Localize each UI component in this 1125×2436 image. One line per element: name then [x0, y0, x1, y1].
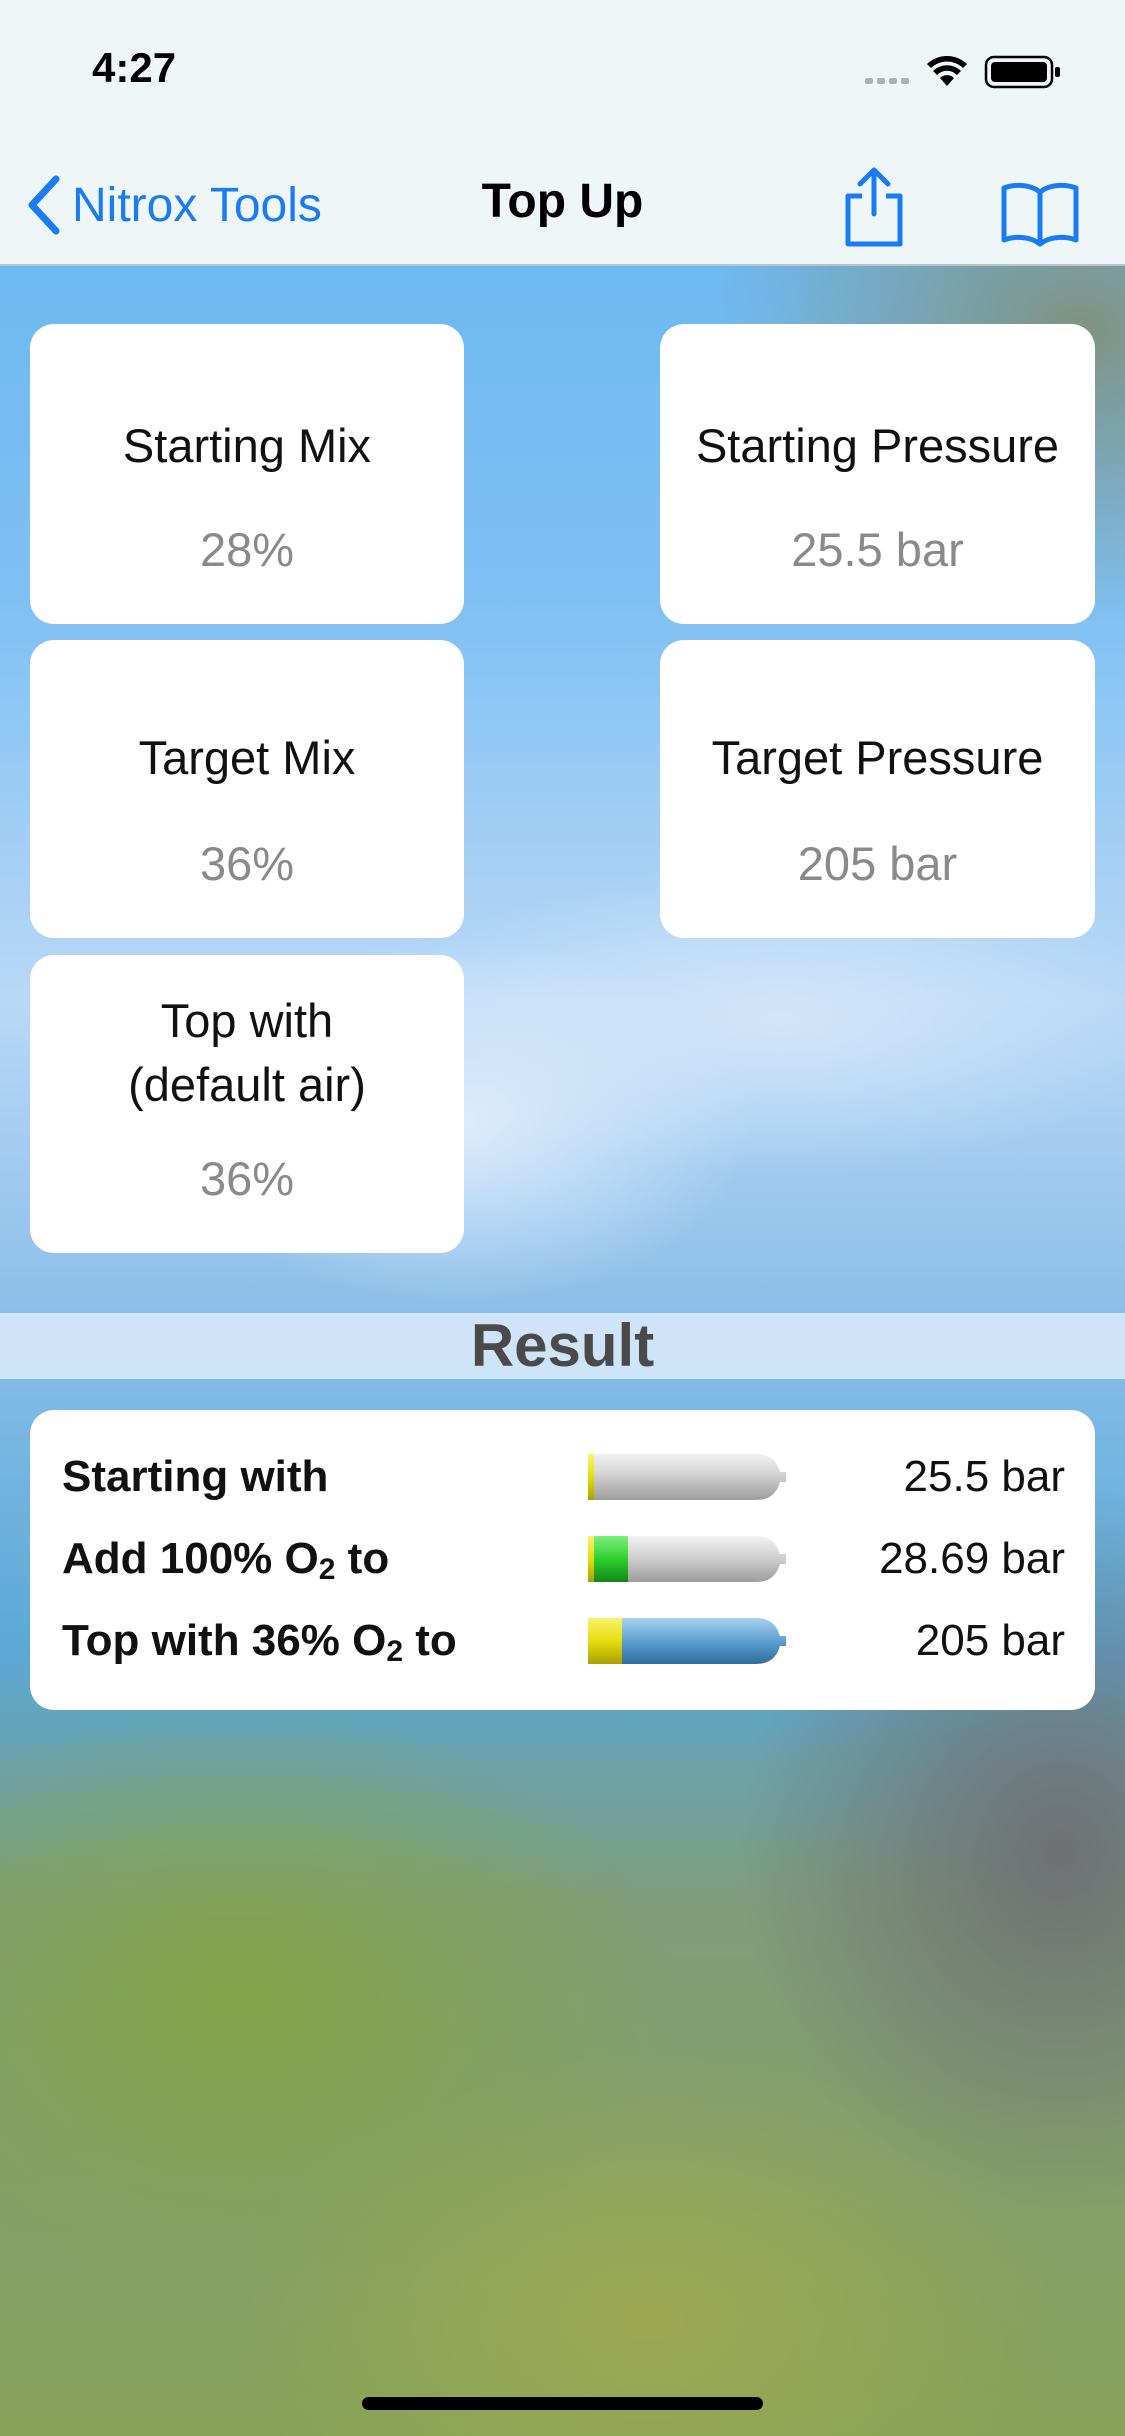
target-mix-label: Target Mix [138, 731, 356, 784]
result-row-add-oxygen: Add 100% O2 to 28.69 bar [30, 1522, 1095, 1592]
result-row-starting: Starting with 25.5 bar [30, 1440, 1095, 1510]
status-icons [865, 55, 1060, 89]
wifi-icon [927, 56, 967, 86]
result-row-label: Starting with [62, 1452, 329, 1501]
target-mix-value: 36% [199, 837, 295, 890]
result-row-value: 205 bar [915, 1616, 1065, 1665]
tank-icon [588, 1454, 786, 1500]
page-title: Top Up [481, 175, 644, 228]
battery-icon [984, 55, 1060, 89]
result-row-label: Top with 36% O2 to [62, 1616, 457, 1668]
target-mix-card[interactable]: Target Mix 36% [30, 640, 464, 938]
result-row-label: Add 100% O2 to [62, 1534, 390, 1586]
starting-mix-value: 28% [199, 523, 295, 576]
result-row-value: 25.5 bar [903, 1452, 1065, 1501]
result-row-top-with: Top with 36% O2 to 205 bar [30, 1604, 1095, 1674]
navigation-bar: Nitrox Tools Top Up [0, 150, 1125, 266]
status-bar: 4:27 [0, 0, 1125, 150]
top-with-card[interactable]: Top with (default air) 36% [30, 955, 464, 1253]
share-icon[interactable] [834, 162, 914, 252]
starting-pressure-card[interactable]: Starting Pressure 25.5 bar [660, 324, 1095, 624]
tank-icon [588, 1618, 786, 1664]
starting-pressure-value: 25.5 bar [791, 523, 964, 576]
target-pressure-label: Target Pressure [711, 731, 1044, 784]
result-heading: Result [0, 1313, 1125, 1379]
top-with-value: 36% [199, 1152, 295, 1205]
target-pressure-value: 205 bar [797, 837, 958, 890]
home-indicator [362, 2397, 763, 2410]
top-with-label-line1: Top with [160, 994, 334, 1047]
starting-mix-card[interactable]: Starting Mix 28% [30, 324, 464, 624]
starting-pressure-label: Starting Pressure [695, 419, 1060, 472]
starting-mix-label: Starting Mix [122, 419, 372, 472]
book-icon[interactable] [998, 162, 1082, 252]
tank-icon [588, 1536, 786, 1582]
target-pressure-card[interactable]: Target Pressure 205 bar [660, 640, 1095, 938]
cellular-signal-icon [865, 78, 909, 84]
top-with-label-line2: (default air) [128, 1058, 366, 1111]
status-time: 4:27 [92, 44, 177, 91]
result-card: Starting with 25.5 bar Add 100% O2 to 28… [30, 1410, 1095, 1710]
result-row-value: 28.69 bar [879, 1534, 1065, 1583]
